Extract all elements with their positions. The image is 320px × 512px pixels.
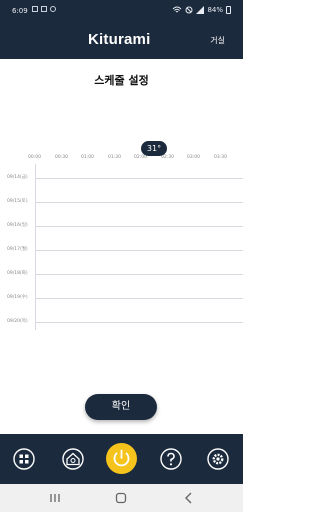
battery-percent: 84%: [207, 6, 223, 14]
day-row[interactable]: 09/16(일): [7, 223, 243, 228]
row-line: [35, 178, 243, 179]
wifi-icon: [173, 6, 182, 13]
row-line: [35, 202, 243, 203]
time-label: 00:00: [28, 155, 41, 160]
help-icon[interactable]: [160, 448, 182, 470]
grid-divider: [35, 164, 36, 330]
status-bar: 6:09 84%: [0, 0, 243, 22]
time-axis: 00:00 00:30 01:00 01:30 02:00 02:30 03:0…: [28, 155, 238, 163]
day-label: 09/15(토): [7, 199, 28, 204]
day-row[interactable]: 09/14(금): [7, 175, 243, 180]
dnd-icon: [185, 6, 193, 14]
message-icon: [41, 6, 47, 12]
system-nav-bar: [0, 484, 243, 512]
signal-icon: [196, 6, 205, 14]
back-icon[interactable]: [181, 490, 197, 506]
download-icon: [50, 6, 56, 12]
gallery-icon: [32, 6, 38, 12]
time-label: 03:30: [214, 155, 227, 160]
confirm-button[interactable]: 확인: [85, 394, 157, 420]
day-label: 09/19(수): [7, 295, 28, 300]
day-row[interactable]: 09/20(목): [7, 319, 243, 324]
row-line: [35, 298, 243, 299]
room-selector[interactable]: 거실: [210, 35, 225, 46]
row-line: [35, 274, 243, 275]
day-row[interactable]: 09/18(화): [7, 271, 243, 276]
day-label: 09/16(일): [7, 223, 28, 228]
battery-icon: [226, 6, 231, 14]
row-line: [35, 250, 243, 251]
recent-apps-icon[interactable]: [47, 490, 63, 506]
day-label: 09/17(월): [7, 247, 28, 252]
time-label: 02:30: [161, 155, 174, 160]
time-label: 01:30: [108, 155, 121, 160]
grid-icon[interactable]: [13, 448, 35, 470]
row-line: [35, 226, 243, 227]
app-header: Kiturami 거실: [0, 22, 243, 59]
row-line: [35, 322, 243, 323]
day-row[interactable]: 09/15(토): [7, 199, 243, 204]
schedule-grid[interactable]: 09/14(금) 09/15(토) 09/16(일) 09/17(월) 09/1…: [7, 164, 243, 330]
power-icon: [113, 449, 130, 467]
time-label: 03:00: [187, 155, 200, 160]
day-label: 09/18(화): [7, 271, 28, 276]
power-button[interactable]: [106, 443, 137, 474]
page-title: 스케줄 설정: [94, 74, 149, 87]
notification-icons: [32, 6, 56, 12]
current-temp-badge[interactable]: 31°: [141, 141, 167, 156]
day-row[interactable]: 09/17(월): [7, 247, 243, 252]
home-icon[interactable]: [62, 448, 84, 470]
gear-icon[interactable]: [207, 448, 229, 470]
home-button-icon[interactable]: [113, 490, 129, 506]
kiturami-logo: Kiturami: [88, 31, 151, 48]
day-label: 09/14(금): [7, 175, 28, 180]
time-label: 02:00: [134, 155, 147, 160]
status-right: 84%: [172, 6, 231, 14]
day-label: 09/20(목): [7, 319, 28, 324]
time-label: 01:00: [81, 155, 94, 160]
status-time: 6:09: [12, 7, 28, 15]
time-label: 00:30: [55, 155, 68, 160]
day-row[interactable]: 09/19(수): [7, 295, 243, 300]
